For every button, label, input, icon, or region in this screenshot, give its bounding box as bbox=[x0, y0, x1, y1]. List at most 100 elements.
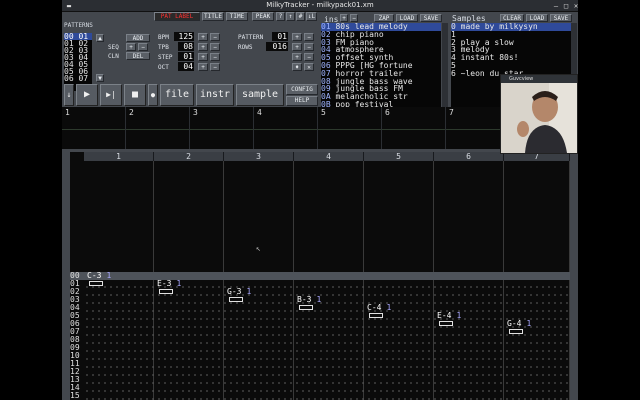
instrument-list[interactable]: 01 80s lead melody 02 chip piano 03 FM p… bbox=[321, 23, 441, 109]
order-down-button[interactable]: ▼ bbox=[96, 74, 104, 82]
channel-number: 1 bbox=[116, 152, 121, 161]
scope-channel[interactable]: 3 bbox=[190, 107, 254, 149]
note-value: G-4 bbox=[507, 319, 522, 328]
tpb-minus-button[interactable]: − bbox=[210, 43, 220, 51]
channel-header[interactable]: 3 bbox=[224, 152, 294, 161]
note-instrument: 1 bbox=[316, 295, 322, 304]
sample-load-button[interactable]: LOAD bbox=[526, 14, 548, 22]
sample-item[interactable]: 4 instant 80s! bbox=[451, 54, 571, 62]
ins-plus-button[interactable]: + bbox=[340, 14, 348, 22]
patterns-label: PATTERNS bbox=[64, 22, 93, 29]
tpb-plus-button[interactable]: + bbox=[198, 43, 208, 51]
pattern-clear-button[interactable]: ✕ bbox=[304, 63, 314, 71]
sample-item[interactable]: 0 made by milkysyn bbox=[451, 23, 571, 31]
pattern-note[interactable]: G-4 1 bbox=[507, 320, 531, 328]
channel-number: 6 bbox=[466, 152, 471, 161]
sample-clear-button[interactable]: CLEAR bbox=[500, 14, 524, 22]
pattern-note[interactable]: C-3 1 bbox=[87, 272, 111, 280]
ins-minus-button[interactable]: − bbox=[350, 14, 358, 22]
channel-header[interactable]: 6 bbox=[434, 152, 504, 161]
close-icon[interactable]: ✕ bbox=[572, 2, 580, 10]
oct-minus-button[interactable]: − bbox=[210, 63, 220, 71]
channel-header[interactable]: 5 bbox=[364, 152, 434, 161]
bpm-minus-button[interactable]: − bbox=[210, 33, 220, 41]
pattern-value: 01 bbox=[272, 32, 288, 41]
channel-number: 2 bbox=[186, 152, 191, 161]
order-row[interactable]: 06 07 bbox=[64, 75, 92, 83]
instrument-scrollbar[interactable] bbox=[442, 23, 448, 109]
order-list[interactable]: 00 01 01 02 02 03 03 04 04 05 05 06 06 0… bbox=[64, 33, 92, 91]
channel-header[interactable]: 1 bbox=[84, 152, 154, 161]
top-button-3[interactable]: # bbox=[296, 12, 305, 21]
pattern-note[interactable]: E-3 1 bbox=[157, 280, 181, 288]
scope-number: 1 bbox=[65, 108, 70, 117]
window-title: MilkyTracker - milkypack01.xm bbox=[266, 1, 374, 9]
scope-number: 5 bbox=[321, 108, 326, 117]
time-button[interactable]: TIME bbox=[226, 12, 248, 21]
peak-button[interactable]: PEAK bbox=[252, 12, 274, 21]
bpm-label: BPM bbox=[158, 34, 169, 41]
oct-label: OCT bbox=[158, 64, 169, 71]
add-button[interactable]: ADD bbox=[126, 34, 150, 42]
ins-load-button[interactable]: LOAD bbox=[396, 14, 418, 22]
pattern-note[interactable]: C-4 1 bbox=[367, 304, 391, 312]
note-marker bbox=[89, 281, 103, 286]
pattern-editor[interactable]: 1 2 3 4 5 6 7 00 01 02 03 04 05 06 07 08 09 10 11 12… bbox=[70, 152, 570, 400]
oct-plus-button[interactable]: + bbox=[198, 63, 208, 71]
seq-plus-button[interactable]: + bbox=[126, 43, 136, 51]
scope-channel[interactable]: 5 bbox=[318, 107, 382, 149]
bpm-plus-button[interactable]: + bbox=[198, 33, 208, 41]
config-button[interactable]: CONFIG bbox=[286, 84, 318, 95]
pattern-note[interactable]: G-3 1 bbox=[227, 288, 251, 296]
step-plus-button[interactable]: + bbox=[198, 53, 208, 61]
file-button[interactable]: file bbox=[160, 84, 194, 106]
pattern-note[interactable]: B-3 1 bbox=[297, 296, 321, 304]
note-value: E-3 bbox=[157, 279, 172, 288]
instr-button[interactable]: instr bbox=[196, 84, 234, 106]
sample-button[interactable]: sample bbox=[236, 84, 284, 106]
stop-icon[interactable]: ■ bbox=[124, 84, 146, 106]
pattern-plus-button[interactable]: + bbox=[292, 33, 302, 41]
maximize-icon[interactable]: □ bbox=[562, 2, 570, 10]
rows-plus-button[interactable]: + bbox=[292, 43, 302, 51]
pat-label-button[interactable]: PAT LABEL bbox=[154, 12, 200, 21]
note-value: E-4 bbox=[437, 311, 452, 320]
scope-channel[interactable]: 4 bbox=[254, 107, 318, 149]
help-button[interactable]: HELP bbox=[286, 96, 318, 106]
step-minus-button[interactable]: − bbox=[210, 53, 220, 61]
del-button[interactable]: DEL bbox=[126, 52, 150, 60]
pattern-label: PATTERN bbox=[238, 34, 264, 41]
pattern-note[interactable]: E-4 1 bbox=[437, 312, 461, 320]
webcam-overlay[interactable]: Guvcview bbox=[500, 74, 578, 154]
rows-minus-button[interactable]: − bbox=[304, 43, 314, 51]
minimize-icon[interactable]: – bbox=[552, 2, 560, 10]
sample-save-button[interactable]: SAVE bbox=[550, 14, 572, 22]
pattern-minus-button[interactable]: − bbox=[304, 33, 314, 41]
order-up-button[interactable]: ▲ bbox=[96, 34, 104, 42]
scope-number: 2 bbox=[129, 108, 134, 117]
top-button-4[interactable]: ↓L bbox=[306, 12, 317, 21]
scope-channel[interactable]: 2 bbox=[126, 107, 190, 149]
play-icon[interactable]: ▶ bbox=[76, 84, 98, 106]
scope-number: 3 bbox=[193, 108, 198, 117]
note-marker bbox=[439, 321, 453, 326]
seq-minus-button[interactable]: − bbox=[138, 43, 148, 51]
title-button[interactable]: TITLE bbox=[202, 12, 224, 21]
record-icon[interactable]: ● bbox=[148, 84, 158, 106]
pattern-expand-button[interactable]: + bbox=[292, 53, 302, 61]
transport-down-icon[interactable]: ↓ bbox=[64, 84, 74, 106]
ins-zap-button[interactable]: ZAP bbox=[374, 14, 394, 22]
channel-header[interactable]: 4 bbox=[294, 152, 364, 161]
window-menu-icon[interactable]: ▬ bbox=[65, 2, 73, 10]
note-value: G-3 bbox=[227, 287, 242, 296]
top-button-1[interactable]: ? bbox=[276, 12, 285, 21]
ins-save-button[interactable]: SAVE bbox=[420, 14, 442, 22]
channel-header[interactable]: 2 bbox=[154, 152, 224, 161]
pattern-shrink-button[interactable]: − bbox=[304, 53, 314, 61]
note-instrument: 1 bbox=[386, 303, 392, 312]
scope-channel[interactable]: 1 bbox=[62, 107, 126, 149]
play-pattern-icon[interactable]: ▶| bbox=[100, 84, 122, 106]
pattern-tool-button[interactable]: ♦ bbox=[292, 63, 302, 71]
top-button-2[interactable]: ↑ bbox=[286, 12, 295, 21]
scope-channel[interactable]: 6 bbox=[382, 107, 446, 149]
